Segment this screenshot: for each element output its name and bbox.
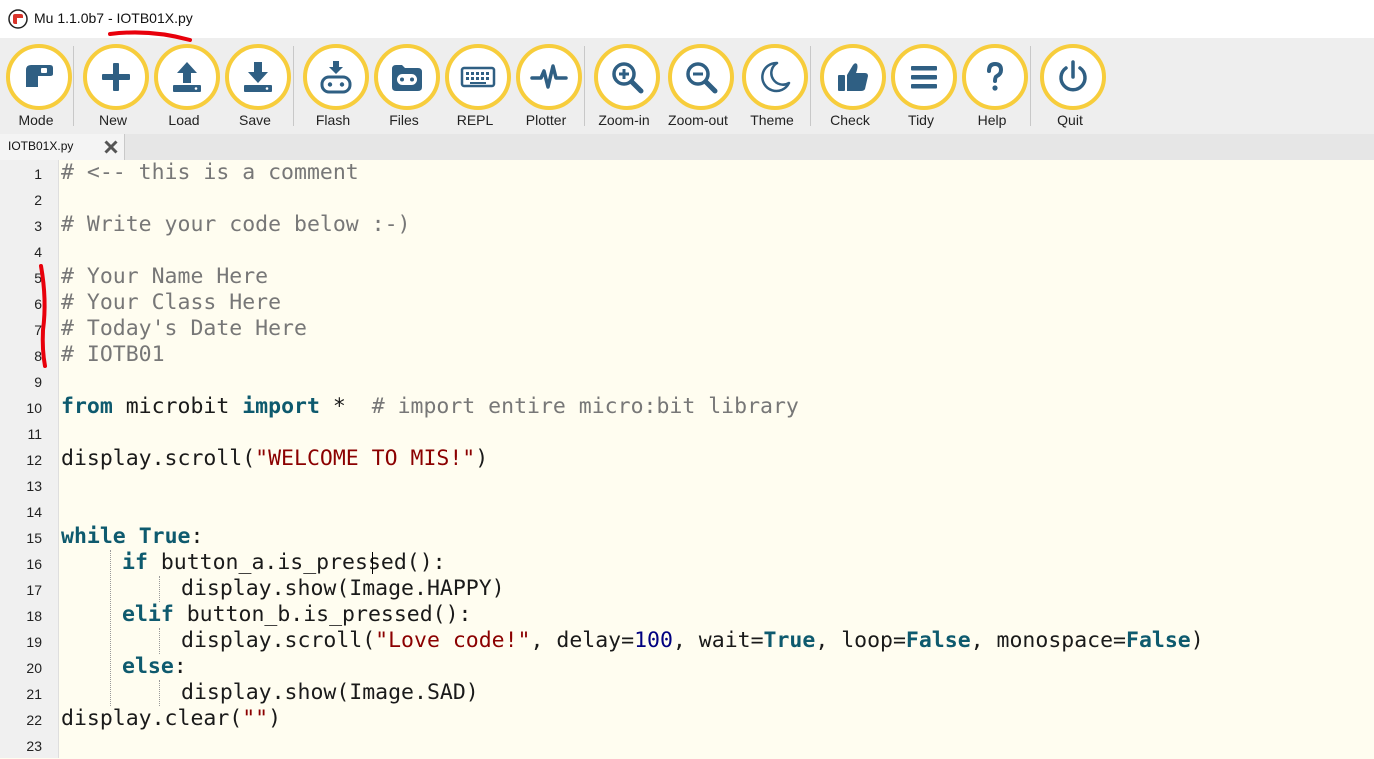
- save-button[interactable]: Save: [222, 44, 292, 132]
- mode-icon: [26, 65, 53, 87]
- files-button[interactable]: Files: [371, 44, 441, 132]
- mode-label: Mode: [18, 112, 54, 128]
- new-button[interactable]: New: [80, 44, 150, 132]
- line-number: 14: [26, 504, 42, 520]
- code-line-21: display.show(Image.SAD): [181, 680, 479, 705]
- indent-guide: [159, 628, 160, 654]
- check-button[interactable]: Check: [817, 44, 887, 132]
- line-number: 1: [34, 166, 42, 182]
- code-line-17: display.show(Image.HAPPY): [181, 576, 505, 601]
- indent-guide: [159, 680, 160, 706]
- plotter-button[interactable]: Plotter: [513, 44, 583, 132]
- zoom-out-button[interactable]: Zoom-out: [665, 44, 735, 132]
- code-line-19: display.scroll("Love code!", delay=100, …: [181, 628, 1204, 653]
- line-number: 6: [34, 296, 42, 312]
- line-number: 9: [34, 374, 42, 390]
- thumbs-up-icon: [838, 63, 868, 91]
- tidy-button[interactable]: Tidy: [888, 44, 958, 132]
- code-line-6: # Your Class Here: [61, 290, 282, 315]
- code-line-22: display.clear(""): [61, 706, 282, 731]
- repl-button[interactable]: REPL: [442, 44, 512, 132]
- line-number: 13: [26, 478, 42, 494]
- code-line-3: # Write your code below :-): [61, 212, 411, 237]
- code-line-15: while True:: [61, 524, 204, 549]
- line-number: 19: [26, 634, 42, 650]
- plotter-label: Plotter: [525, 112, 567, 128]
- code-editor[interactable]: 1 2 3 4 5 6 7 8 9 10 11 12 13 14 15 16 1…: [0, 160, 1374, 758]
- mu-logo-icon: [8, 9, 28, 29]
- code-line-16: if button_a.is_pressed():: [122, 550, 446, 575]
- toolbar: Mode New Load Save Flash Files REPL Plot…: [0, 38, 1374, 134]
- indent-guide: [110, 550, 111, 706]
- line-number-gutter: 1 2 3 4 5 6 7 8 9 10 11 12 13 14 15 16 1…: [0, 160, 59, 758]
- line-number: 17: [26, 582, 42, 598]
- line-number: 23: [26, 738, 42, 754]
- load-button[interactable]: Load: [151, 44, 221, 132]
- line-number: 10: [26, 400, 42, 416]
- line-number: 11: [27, 426, 42, 442]
- help-label: Help: [977, 112, 1007, 128]
- keyboard-icon: [460, 66, 496, 88]
- line-number: 22: [26, 712, 42, 728]
- download-icon: [244, 62, 272, 92]
- line-number: 20: [26, 660, 42, 676]
- zoom-out-icon: [686, 62, 718, 94]
- code-line-12: display.scroll("WELCOME TO MIS!"): [61, 446, 489, 471]
- microbit-icon: [392, 65, 422, 91]
- lines-icon: [911, 66, 937, 89]
- code-line-7: # Today's Date Here: [61, 316, 307, 341]
- zoom-in-button[interactable]: Zoom-in: [591, 44, 661, 132]
- line-number: 4: [34, 244, 42, 260]
- line-number: 7: [34, 322, 42, 338]
- moon-icon: [761, 61, 791, 93]
- plus-icon: [102, 63, 130, 91]
- upload-icon: [173, 62, 201, 92]
- tab-iotb01x[interactable]: IOTB01X.py: [0, 134, 125, 160]
- code-line-5: # Your Name Here: [61, 264, 269, 289]
- code-line-20: else:: [122, 654, 187, 679]
- flash-button[interactable]: Flash: [300, 44, 370, 132]
- tab-bar: IOTB01X.py: [0, 134, 1374, 161]
- window-title: Mu 1.1.0b7 - IOTB01X.py: [34, 10, 193, 26]
- theme-label: Theme: [750, 112, 794, 128]
- indent-guide: [159, 576, 160, 602]
- line-number: 2: [34, 192, 42, 208]
- quit-label: Quit: [1057, 112, 1083, 128]
- save-label: Save: [239, 112, 271, 128]
- mode-button[interactable]: Mode: [3, 44, 73, 132]
- line-number: 18: [26, 608, 42, 624]
- quit-button[interactable]: Quit: [1037, 44, 1107, 132]
- pulse-icon: [530, 64, 568, 89]
- code-line-18: elif button_b.is_pressed():: [122, 602, 472, 627]
- line-number: 8: [34, 348, 42, 364]
- tab-label: IOTB01X.py: [8, 139, 74, 153]
- help-button[interactable]: Help: [959, 44, 1029, 132]
- power-icon: [1059, 60, 1087, 92]
- close-icon[interactable]: [103, 139, 119, 155]
- line-number: 3: [34, 218, 42, 234]
- title-bar: Mu 1.1.0b7 - IOTB01X.py: [0, 0, 1374, 38]
- flash-device-icon: [320, 61, 352, 94]
- line-number: 5: [34, 270, 42, 286]
- line-number: 16: [26, 556, 42, 572]
- text-cursor: [372, 552, 373, 574]
- code-line-1: # <-- this is a comment: [61, 160, 359, 185]
- code-line-8: # IOTB01: [61, 342, 165, 367]
- line-number: 15: [26, 530, 42, 546]
- question-icon: [987, 61, 1004, 91]
- theme-button[interactable]: Theme: [739, 44, 809, 132]
- line-number: 21: [26, 686, 42, 702]
- code-line-10: from microbit import * # import entire m…: [61, 394, 799, 419]
- line-number: 12: [26, 452, 42, 468]
- zoom-in-icon: [612, 62, 644, 94]
